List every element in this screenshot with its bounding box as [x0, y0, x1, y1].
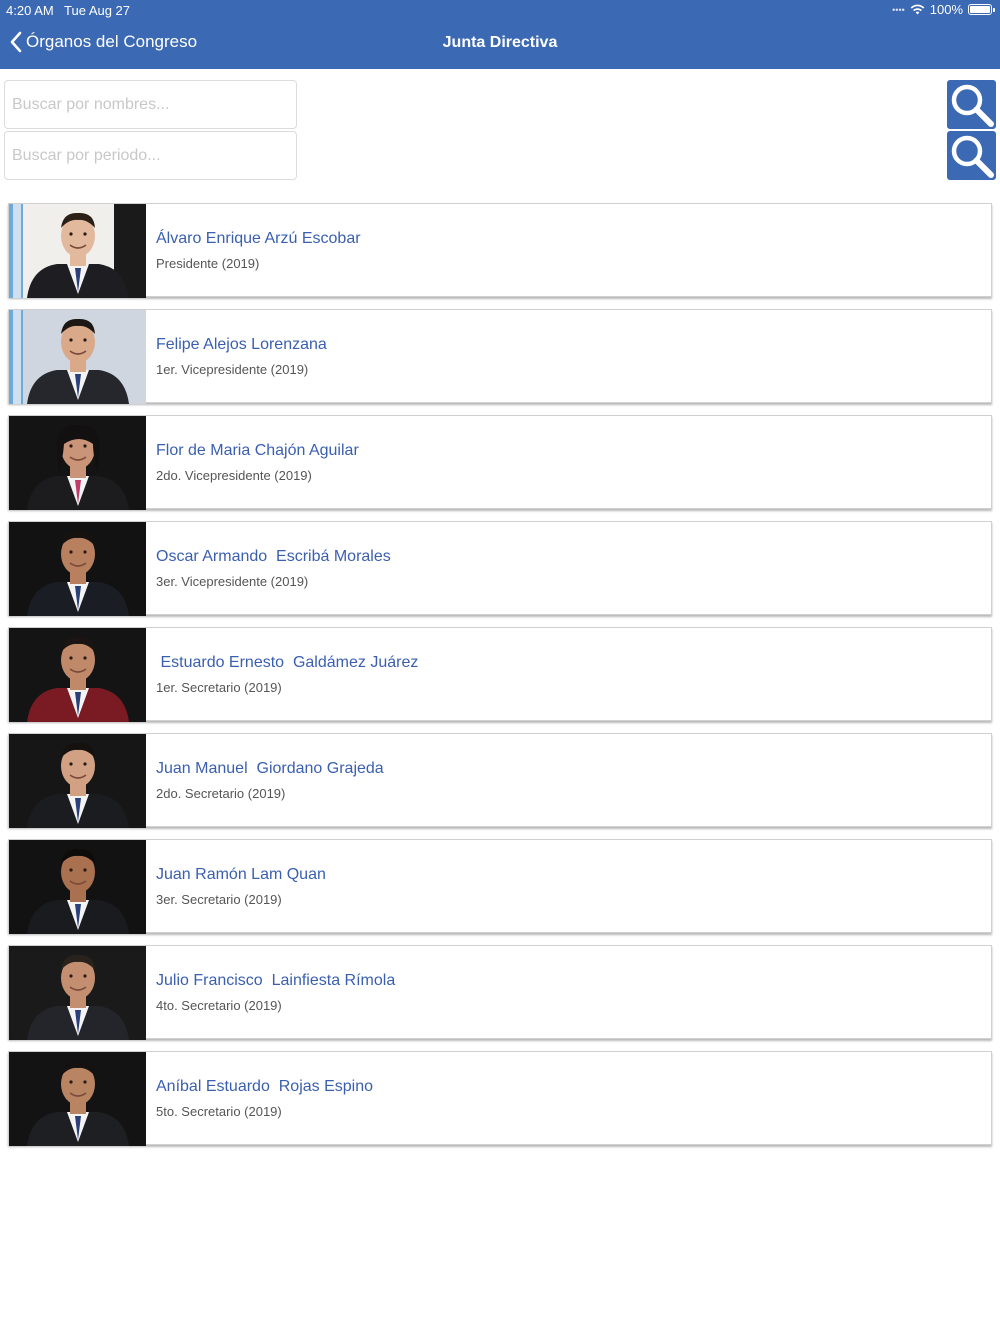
member-name: Felipe Alejos Lorenzana — [156, 336, 327, 353]
member-card[interactable]: Juan Ramón Lam Quan 3er. Secretario (201… — [8, 839, 992, 934]
member-photo — [9, 1052, 146, 1146]
status-date: Tue Aug 27 — [64, 3, 131, 18]
member-photo — [9, 204, 146, 298]
member-card[interactable]: Julio Francisco Lainfiesta Rímola 4to. S… — [8, 945, 992, 1040]
signal-icon: •••• — [892, 4, 905, 15]
member-name: Oscar Armando Escribá Morales — [156, 548, 391, 565]
member-role: 1er. Vicepresidente (2019) — [156, 362, 309, 377]
member-role: 4to. Secretario (2019) — [156, 998, 282, 1013]
wifi-icon — [910, 4, 925, 15]
member-card[interactable]: Álvaro Enrique Arzú Escobar Presidente (… — [8, 203, 992, 298]
member-name: Estuardo Ernesto Galdámez Juárez — [156, 654, 419, 671]
member-name: Aníbal Estuardo Rojas Espino — [156, 1078, 374, 1095]
battery-icon — [968, 4, 995, 15]
member-name: Juan Manuel Giordano Grajeda — [156, 760, 384, 777]
member-card[interactable]: Oscar Armando Escribá Morales 3er. Vicep… — [8, 521, 992, 616]
status-time: 4:20 AM — [6, 3, 54, 18]
status-indicators: •••• 100% — [892, 2, 995, 17]
member-name: Flor de Maria Chajón Aguilar — [156, 442, 359, 459]
member-photo — [9, 416, 146, 510]
battery-percent: 100% — [929, 2, 963, 17]
search-names-input[interactable] — [4, 80, 297, 129]
member-photo — [9, 734, 146, 828]
member-card[interactable]: Felipe Alejos Lorenzana 1er. Vicepreside… — [8, 309, 992, 404]
search-icon — [951, 84, 994, 127]
search-names-button[interactable] — [947, 80, 996, 129]
member-photo — [9, 522, 146, 616]
member-card[interactable]: Juan Manuel Giordano Grajeda 2do. Secret… — [8, 733, 992, 828]
member-card[interactable]: Estuardo Ernesto Galdámez Juárez 1er. Se… — [8, 627, 992, 722]
member-photo — [9, 840, 146, 934]
member-role: 2do. Vicepresidente (2019) — [156, 468, 312, 483]
member-role: 1er. Secretario (2019) — [156, 680, 282, 695]
member-card[interactable]: Aníbal Estuardo Rojas Espino 5to. Secret… — [8, 1051, 992, 1146]
member-role: 3er. Secretario (2019) — [156, 892, 282, 907]
member-photo — [9, 628, 146, 722]
member-photo — [9, 946, 146, 1040]
member-role: 5to. Secretario (2019) — [156, 1104, 282, 1119]
navigation-bar: 4:20 AM Tue Aug 27 •••• 100% Órganos del… — [0, 0, 1000, 69]
member-role: 2do. Secretario (2019) — [156, 786, 286, 801]
search-icon — [951, 135, 994, 178]
member-role: 3er. Vicepresidente (2019) — [156, 574, 309, 589]
member-name: Álvaro Enrique Arzú Escobar — [156, 230, 361, 247]
member-name: Julio Francisco Lainfiesta Rímola — [156, 972, 396, 989]
member-name: Juan Ramón Lam Quan — [156, 866, 326, 883]
member-role: Presidente (2019) — [156, 256, 260, 271]
search-period-button[interactable] — [947, 131, 996, 180]
member-card[interactable]: Flor de Maria Chajón Aguilar 2do. Vicepr… — [8, 415, 992, 510]
page-title: Junta Directiva — [442, 34, 558, 51]
search-period-input[interactable] — [4, 131, 297, 180]
member-photo — [9, 310, 146, 404]
